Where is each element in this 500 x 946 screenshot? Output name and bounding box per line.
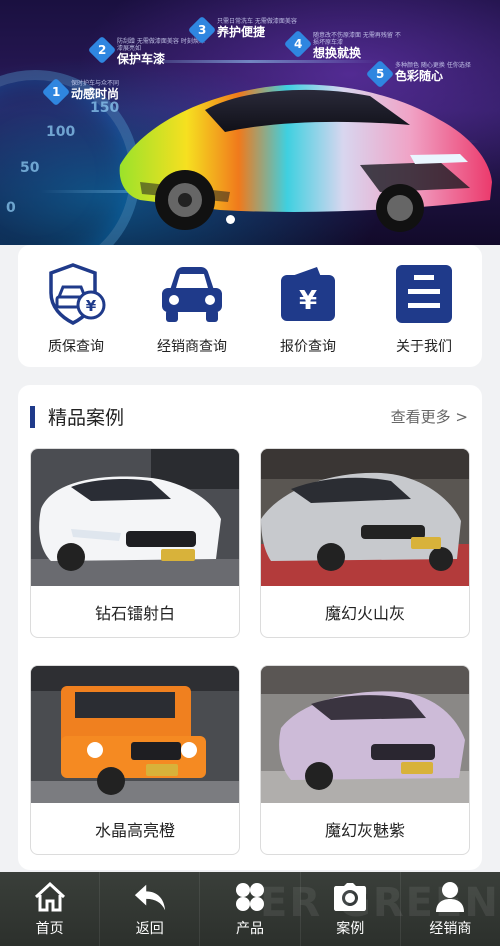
camera-icon (333, 880, 367, 914)
speedometer-number: 50 (20, 160, 40, 176)
bottom-tab-bar: ER GREEN 首页 返回 产品 案例 经销商 (0, 872, 500, 946)
quick-nav-card: ¥ 质保查询 经销商查询 ¥ 报价查询 关于我们 (18, 245, 482, 367)
tab-label: 产品 (236, 921, 264, 937)
hero-feature-1: 1 保时护车与众不同 动感时尚 (41, 77, 119, 107)
tab-label: 首页 (35, 921, 64, 937)
quick-nav-label: 经销商查询 (157, 339, 227, 355)
featured-cases-section: 精品案例 查看更多 > 钻石镭射白 魔幻火山灰 水晶高亮橙 魔幻灰魅紫 (18, 385, 482, 870)
case-card[interactable]: 魔幻火山灰 (260, 448, 470, 638)
carousel-indicator[interactable] (226, 215, 235, 224)
feature-number-badge: 3 (187, 15, 217, 45)
car-photo-white (31, 449, 239, 586)
tab-back[interactable]: 返回 (100, 872, 201, 946)
car-photo-orange (31, 666, 239, 803)
car-photo-purple (261, 666, 469, 803)
feature-desc: 只需日常洗车 无需做漆面美容 (217, 18, 297, 25)
car-warranty-shield-icon: ¥ (41, 259, 111, 329)
section-accent-bar (30, 406, 35, 428)
hero-banner[interactable]: 0 50 100 150 1 保时护车与众不同 动感时尚 2 防刮蹭 无需做漆面… (0, 0, 500, 245)
car-photo-gray (261, 449, 469, 586)
info-list-icon (389, 259, 459, 329)
wallet-yen-icon: ¥ (273, 259, 343, 329)
tab-products[interactable]: 产品 (200, 872, 301, 946)
feature-desc: 随意改不伤原漆面 无需再残留 不损坏原车漆 (313, 32, 401, 46)
feature-desc: 防刮蹭 无需做漆面美容 时刻焕车漆展亮如 (117, 38, 205, 52)
supercar-illustration (119, 84, 492, 232)
user-icon (433, 880, 467, 914)
grid-flower-icon (233, 880, 267, 914)
quick-nav-label: 关于我们 (396, 339, 452, 355)
feature-number-badge: 1 (41, 77, 71, 107)
feature-title: 保护车漆 (117, 52, 166, 66)
feature-title: 养护便捷 (217, 25, 266, 39)
quick-nav-warranty[interactable]: ¥ 质保查询 (26, 259, 126, 356)
tab-home[interactable]: 首页 (0, 872, 101, 946)
car-front-icon (157, 259, 227, 329)
svg-text:¥: ¥ (86, 297, 97, 315)
home-icon (33, 880, 67, 914)
tab-cases[interactable]: 案例 (301, 872, 401, 946)
section-title: 精品案例 (48, 407, 125, 429)
quick-nav-quote[interactable]: ¥ 报价查询 (258, 259, 358, 356)
tab-dealer[interactable]: 经销商 (401, 872, 500, 946)
section-header: 精品案例 查看更多 > (18, 401, 482, 431)
case-card[interactable]: 魔幻灰魅紫 (260, 665, 470, 855)
case-name: 钻石镭射白 (94, 604, 175, 623)
feature-desc: 多种颜色 随心更换 任你选择 (395, 62, 471, 69)
tab-label: 经销商 (429, 921, 472, 937)
feature-title: 想换就换 (313, 46, 362, 60)
case-name: 魔幻灰魅紫 (324, 821, 405, 840)
quick-nav-label: 质保查询 (48, 339, 104, 355)
quick-nav-label: 报价查询 (280, 339, 336, 355)
case-name: 水晶高亮橙 (94, 821, 175, 840)
feature-number-badge: 4 (283, 29, 313, 59)
hero-feature-4: 4 随意改不伤原漆面 无需再残留 不损坏原车漆 想换就换 (283, 29, 403, 61)
hero-feature-3: 3 只需日常洗车 无需做漆面美容 养护便捷 (187, 15, 297, 45)
case-name: 魔幻火山灰 (324, 604, 405, 623)
back-arrow-icon (133, 880, 167, 914)
speedometer-number: 100 (46, 124, 76, 140)
view-more-link[interactable]: 查看更多 > (391, 406, 468, 427)
quick-nav-dealer[interactable]: 经销商查询 (142, 259, 242, 356)
case-card[interactable]: 钻石镭射白 (30, 448, 240, 638)
speedometer-number: 0 (6, 200, 16, 216)
hero-feature-2: 2 防刮蹭 无需做漆面美容 时刻焕车漆展亮如 保护车漆 (87, 35, 207, 67)
quick-nav-about[interactable]: 关于我们 (374, 259, 474, 356)
tab-label: 案例 (336, 921, 365, 937)
svg-text:¥: ¥ (299, 286, 317, 316)
tab-label: 返回 (135, 921, 164, 937)
case-card[interactable]: 水晶高亮橙 (30, 665, 240, 855)
feature-number-badge: 2 (87, 35, 117, 65)
